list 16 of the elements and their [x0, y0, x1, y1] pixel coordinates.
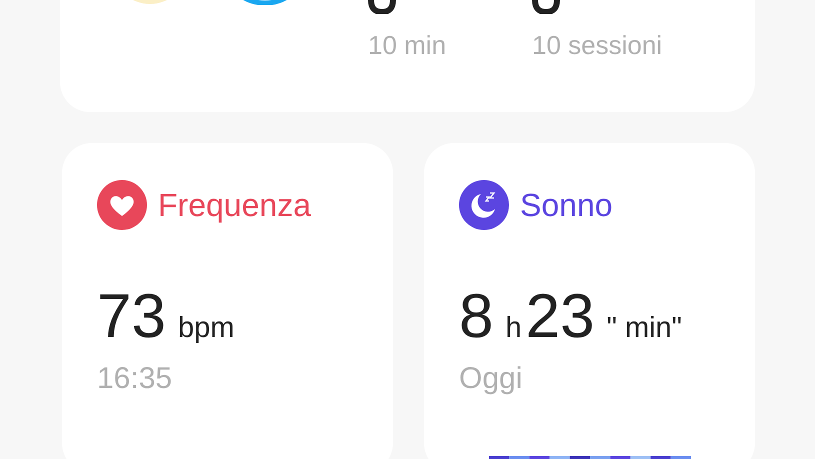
value-unit: bpm: [178, 312, 234, 345]
sleep-card[interactable]: Sonno 8 h 23 " min" Oggi: [424, 143, 755, 459]
value-number: 73: [97, 282, 166, 352]
stat-label: 10 sessioni: [532, 30, 664, 61]
card-title: Sonno: [520, 186, 613, 224]
card-subtitle: 16:35: [97, 362, 174, 396]
digit-fragment-drawing: [532, 0, 560, 14]
value-unit: " min": [606, 312, 682, 345]
card-title: Frequenza: [158, 186, 311, 224]
stat-label: 10 min: [368, 30, 448, 61]
value-number: 8: [459, 282, 494, 352]
value-unit: h: [505, 312, 522, 345]
card-subtitle: Oggi: [459, 362, 524, 396]
heart-card[interactable]: Frequenza 73 bpm 16:35: [62, 143, 393, 459]
digit-fragment-drawing: [368, 0, 396, 14]
value-number: 23: [526, 282, 595, 352]
